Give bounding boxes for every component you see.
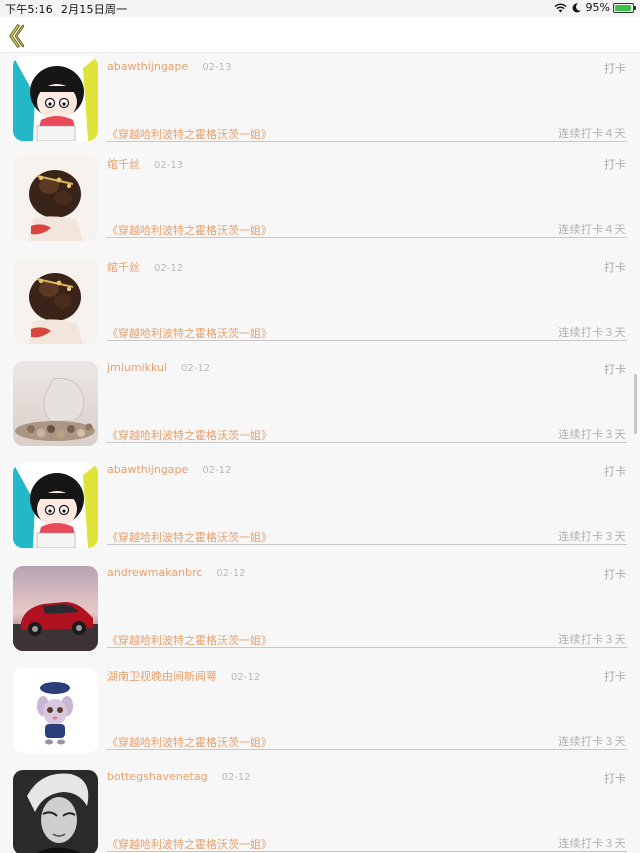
- red-car-icon: [13, 566, 98, 651]
- status-bar: 下午5:16 2月15日周一 95%: [0, 0, 640, 17]
- chevron-left-icon: [9, 24, 25, 48]
- divider: [107, 544, 627, 545]
- username[interactable]: bottegshavenetag 02-12: [107, 770, 251, 783]
- avatar[interactable]: [13, 156, 98, 241]
- streak-text: 连续打卡３天: [558, 633, 626, 646]
- username-text: abawthijngape: [107, 463, 189, 476]
- divider: [107, 749, 627, 750]
- status-left: 下午5:16 2月15日周一: [5, 1, 127, 17]
- list-item[interactable]: 绾千丝 02-12 打卡 《穿越哈利波特之霍格沃茨一姐》 连续打卡３天: [0, 259, 640, 361]
- username-text: andrewmakanbrc: [107, 566, 203, 579]
- nav-bar: [0, 17, 640, 53]
- checkin-feed[interactable]: abawthijngape 02-13 打卡 《穿越哈利波特之霍格沃茨一姐》 连续…: [0, 54, 640, 853]
- bw-portrait-icon: [13, 770, 98, 853]
- status-date: 2月15日周一: [60, 3, 128, 16]
- checkin-label: 打卡: [604, 363, 626, 376]
- wifi-icon: [554, 3, 567, 12]
- checkin-label: 打卡: [604, 670, 626, 683]
- book-title[interactable]: 《穿越哈利波特之霍格沃茨一姐》: [107, 222, 272, 238]
- book-title[interactable]: 《穿越哈利波特之霍格沃茨一姐》: [107, 427, 272, 443]
- avatar[interactable]: [13, 770, 98, 853]
- divider: [107, 442, 627, 443]
- back-button[interactable]: [6, 23, 28, 49]
- book-title[interactable]: 《穿越哈利波特之霍格沃茨一姐》: [107, 836, 272, 852]
- book-title[interactable]: 《穿越哈利波特之霍格沃茨一姐》: [107, 632, 272, 648]
- streak-text: 连续打卡３天: [558, 735, 626, 748]
- cartoon-girl-icon: [13, 56, 98, 141]
- post-date: 02-12: [154, 263, 184, 274]
- checkin-label: 打卡: [604, 62, 626, 75]
- avatar[interactable]: [13, 259, 98, 344]
- post-date: 02-12: [216, 568, 246, 579]
- status-right: 95%: [554, 1, 636, 14]
- battery-level: [615, 4, 632, 11]
- list-item[interactable]: 湖南卫视晚由间新闻萼 02-12 打卡 《穿越哈利波特之霍格沃茨一姐》 连续打卡３…: [0, 668, 640, 770]
- battery-icon: [613, 2, 636, 13]
- list-item[interactable]: abawthijngape 02-13 打卡 《穿越哈利波特之霍格沃茨一姐》 连续…: [0, 56, 640, 162]
- streak-text: 连续打卡３天: [558, 530, 626, 543]
- checkin-label: 打卡: [604, 158, 626, 171]
- divider: [107, 141, 627, 142]
- username[interactable]: abawthijngape 02-13: [107, 60, 231, 73]
- divider: [107, 647, 627, 648]
- book-title[interactable]: 《穿越哈利波特之霍格沃茨一姐》: [107, 126, 272, 142]
- battery-percent: 95%: [585, 1, 610, 14]
- book-title[interactable]: 《穿越哈利波特之霍格沃茨一姐》: [107, 325, 272, 341]
- avatar[interactable]: [13, 566, 98, 651]
- scrollbar[interactable]: [634, 374, 637, 434]
- cartoon-girl-icon: [13, 463, 98, 548]
- book-title[interactable]: 《穿越哈利波特之霍格沃茨一姐》: [107, 734, 272, 750]
- checkin-label: 打卡: [604, 261, 626, 274]
- cartoon-bunny-icon: [13, 668, 98, 753]
- streak-text: 连续打卡４天: [558, 223, 626, 236]
- checkin-label: 打卡: [604, 772, 626, 785]
- list-item[interactable]: andrewmakanbrc 02-12 打卡 《穿越哈利波特之霍格沃茨一姐》 连…: [0, 566, 640, 668]
- username-text: abawthijngape: [107, 60, 189, 73]
- username-text: 绾千丝: [107, 158, 140, 171]
- hair-ornament-icon: [13, 156, 98, 241]
- post-date: 02-12: [181, 363, 211, 374]
- book-title[interactable]: 《穿越哈利波特之霍格沃茨一姐》: [107, 529, 272, 545]
- username-text: 湖南卫视晚由间新闻萼: [107, 670, 217, 683]
- divider: [107, 851, 627, 852]
- username[interactable]: 绾千丝 02-12: [107, 259, 183, 275]
- username[interactable]: abawthijngape 02-12: [107, 463, 231, 476]
- avatar[interactable]: [13, 668, 98, 753]
- username[interactable]: andrewmakanbrc 02-12: [107, 566, 245, 579]
- divider: [107, 237, 627, 238]
- moon-icon: [572, 2, 581, 12]
- screen: 下午5:16 2月15日周一 95% abawthijngape 02-13 打…: [0, 0, 640, 853]
- divider: [107, 340, 627, 341]
- list-item[interactable]: abawthijngape 02-12 打卡 《穿越哈利波特之霍格沃茨一姐》 连续…: [0, 463, 640, 565]
- post-date: 02-13: [154, 160, 184, 171]
- post-date: 02-12: [231, 672, 261, 683]
- checkin-label: 打卡: [604, 568, 626, 581]
- post-date: 02-12: [202, 465, 232, 476]
- list-item[interactable]: 绾千丝 02-13 打卡 《穿越哈利波特之霍格沃茨一姐》 连续打卡４天: [0, 156, 640, 258]
- status-time: 下午5:16: [5, 3, 53, 16]
- username-text: jmiumikkul: [107, 361, 168, 374]
- avatar[interactable]: [13, 463, 98, 548]
- post-date: 02-13: [202, 62, 232, 73]
- streak-text: 连续打卡３天: [558, 837, 626, 850]
- still-life-icon: [13, 361, 98, 446]
- avatar[interactable]: [13, 361, 98, 446]
- username[interactable]: 湖南卫视晚由间新闻萼 02-12: [107, 668, 260, 684]
- list-item[interactable]: bottegshavenetag 02-12 打卡 《穿越哈利波特之霍格沃茨一姐》…: [0, 770, 640, 853]
- checkin-label: 打卡: [604, 465, 626, 478]
- post-date: 02-12: [221, 772, 251, 783]
- username[interactable]: 绾千丝 02-13: [107, 156, 183, 172]
- avatar[interactable]: [13, 56, 98, 141]
- username[interactable]: jmiumikkul 02-12: [107, 361, 210, 374]
- streak-text: 连续打卡３天: [558, 428, 626, 441]
- list-item[interactable]: jmiumikkul 02-12 打卡 《穿越哈利波特之霍格沃茨一姐》 连续打卡３…: [0, 361, 640, 463]
- username-text: bottegshavenetag: [107, 770, 208, 783]
- username-text: 绾千丝: [107, 261, 140, 274]
- streak-text: 连续打卡３天: [558, 326, 626, 339]
- hair-ornament-icon: [13, 259, 98, 344]
- streak-text: 连续打卡４天: [558, 127, 626, 140]
